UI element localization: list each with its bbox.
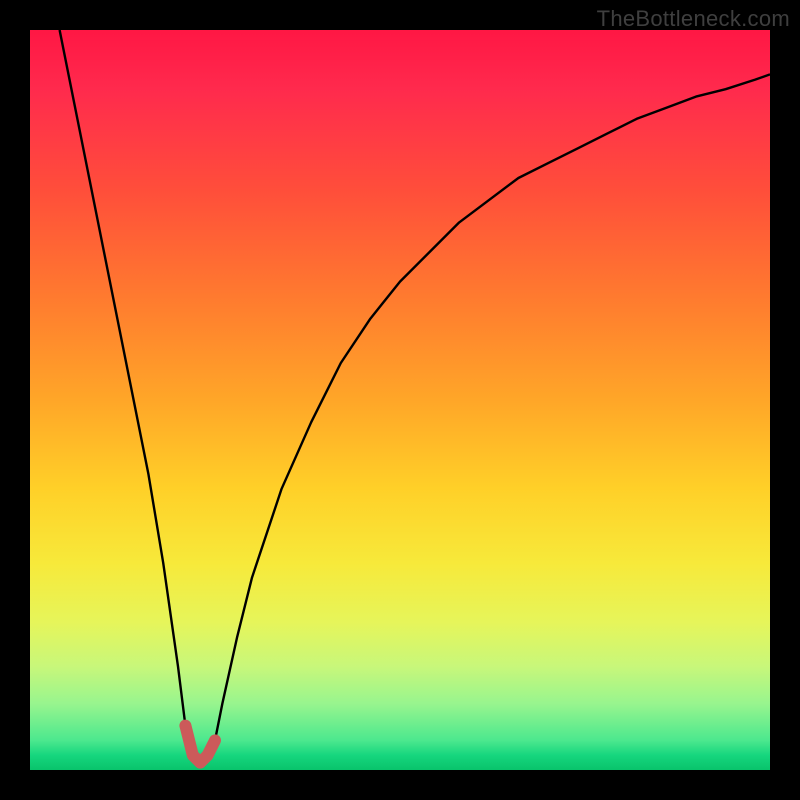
plot-svg [30, 30, 770, 770]
operating-point-marker [185, 726, 215, 763]
plot-area [30, 30, 770, 770]
watermark-text: TheBottleneck.com [597, 6, 790, 32]
bottleneck-curve [60, 30, 770, 763]
chart-frame: TheBottleneck.com [0, 0, 800, 800]
